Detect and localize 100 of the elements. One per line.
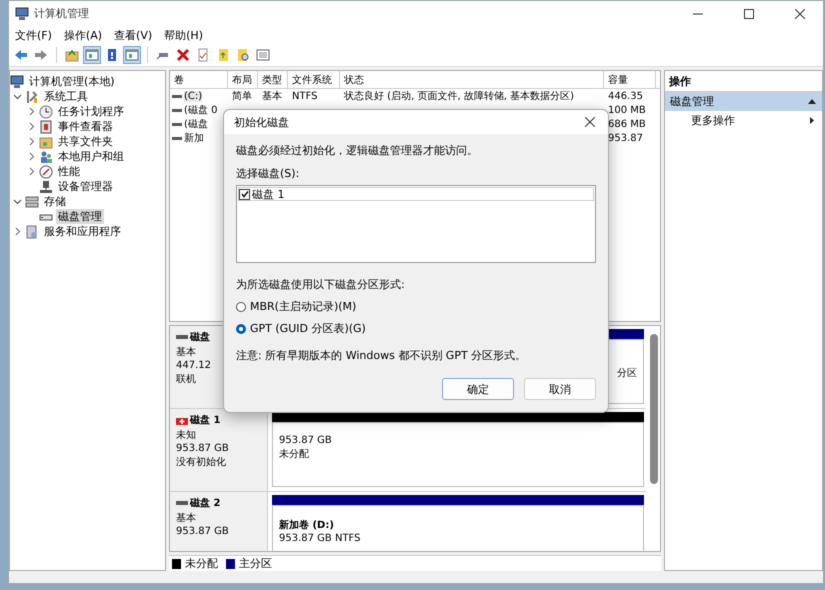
search-icon — [236, 48, 250, 62]
submenu-arrow-icon — [810, 117, 814, 124]
radio-option[interactable]: MBR(主启动记录)(M) — [236, 299, 596, 314]
table-cell: 446.35 — [608, 90, 643, 102]
radio-option[interactable]: GPT (GUID 分区表)(G) — [236, 321, 596, 336]
delete-button[interactable] — [174, 46, 192, 64]
note-text: 注意: 所有早期版本的 Windows 都不识别 GPT 分区形式。 — [236, 348, 528, 363]
chevron-right-icon[interactable] — [27, 137, 36, 146]
disk-detail: 基本 — [176, 346, 196, 359]
action-label: 更多操作 — [691, 113, 735, 128]
tree-item[interactable]: 系统工具 — [42, 89, 90, 104]
pane-toggle-button[interactable] — [123, 46, 141, 64]
radio-button[interactable] — [236, 302, 246, 312]
radio-label: GPT (GUID 分区表)(G) — [250, 321, 366, 336]
action-item[interactable]: 更多操作 — [665, 111, 822, 130]
tree-item[interactable]: 存储 — [42, 194, 68, 209]
disk-error-icon — [176, 416, 188, 424]
tree-item[interactable]: 共享文件夹 — [56, 134, 115, 149]
list-item-label: 磁盘 1 — [252, 186, 284, 202]
disk-name: 磁盘 1 — [190, 414, 220, 427]
chevron-down-icon[interactable] — [13, 197, 22, 206]
legend-label: 主分区 — [239, 556, 272, 571]
menu-item[interactable]: 帮助(H) — [164, 26, 203, 44]
disk-detail: 未知 — [176, 428, 196, 442]
partition-area[interactable]: 953.87 GB 未分配 — [272, 422, 644, 487]
chevron-right-icon[interactable] — [27, 167, 36, 176]
disk-detail: 447.12 — [176, 360, 211, 371]
arrow-left-icon — [14, 48, 28, 62]
tree-item[interactable]: 服务和应用程序 — [42, 224, 123, 239]
drive-icon — [176, 334, 188, 340]
window-icon — [85, 48, 99, 62]
scrollbar[interactable] — [650, 334, 658, 484]
help-icon — [105, 48, 119, 62]
menu-item[interactable]: 查看(V) — [114, 26, 152, 44]
folder-icon — [39, 134, 53, 148]
maximize-icon — [744, 8, 754, 18]
list-icon — [256, 48, 270, 62]
disk-name: 磁盘 — [190, 330, 210, 344]
arrow-right-icon — [34, 48, 48, 62]
table-cell-text: (磁盘 0 — [184, 104, 218, 117]
device-icon — [39, 180, 53, 194]
partition-title: 新加卷 (D:) — [279, 518, 334, 532]
drive-icon — [176, 500, 188, 506]
tools-icon — [25, 90, 39, 104]
menu-item[interactable]: 操作(A) — [64, 26, 102, 44]
list-item[interactable]: 磁盘 1 — [238, 187, 594, 201]
dialog-title: 初始化磁盘 — [234, 114, 289, 130]
partition-detail: 953.87 GB NTFS — [279, 533, 360, 544]
disk-detail: 953.87 GB — [176, 526, 229, 537]
tree-item[interactable]: 任务计划程序 — [56, 104, 126, 119]
radio-label: MBR(主启动记录)(M) — [250, 299, 356, 314]
radio-button[interactable] — [236, 324, 246, 334]
tree-item[interactable]: 磁盘管理 — [56, 209, 104, 224]
table-cell: 100 MB — [608, 104, 646, 116]
users-icon — [39, 150, 53, 164]
chevron-right-icon[interactable] — [27, 107, 36, 116]
partition-area[interactable]: 新加卷 (D:) 953.87 GB NTFS — [272, 505, 644, 551]
disk-detail: 基本 — [176, 512, 196, 525]
table-cell: 简单 — [232, 91, 252, 102]
close-icon — [585, 117, 595, 127]
disk-detail: 没有初始化 — [176, 456, 226, 469]
tree-item[interactable]: 性能 — [56, 164, 82, 179]
chevron-right-icon[interactable] — [27, 122, 36, 131]
table-cell-text: (磁盘 — [184, 118, 208, 131]
table-cell: NTFS — [292, 90, 318, 102]
document-icon — [196, 48, 210, 62]
section-label: 磁盘管理 — [670, 94, 714, 109]
dialog-button[interactable]: 确定 — [442, 378, 514, 400]
window-title: 计算机管理 — [34, 6, 90, 21]
checkbox[interactable] — [239, 188, 250, 200]
table-cell: (C:) — [184, 90, 202, 102]
dialog-message: 磁盘必须经过初始化，逻辑磁盘管理器才能访问。 — [236, 143, 479, 158]
actions-section[interactable]: 磁盘管理 — [665, 92, 822, 111]
disk-detail: 953.87 GB — [176, 443, 229, 454]
menu-item[interactable]: 文件(F) — [15, 26, 52, 44]
computer-icon — [15, 6, 29, 20]
tree-item[interactable]: 本地用户和组 — [56, 149, 126, 164]
dialog-button[interactable]: 取消 — [524, 378, 596, 400]
computer-icon — [10, 74, 24, 88]
services-icon — [25, 224, 39, 238]
log-icon — [39, 120, 53, 134]
list-label: 选择磁盘(S): — [236, 166, 300, 181]
chevron-down-icon[interactable] — [13, 92, 22, 101]
table-cell: 基本 — [262, 91, 282, 102]
folder-icon — [65, 48, 79, 62]
folder-icon — [216, 48, 230, 62]
tree-item[interactable]: 事件查看器 — [56, 119, 115, 134]
tree-item[interactable]: 设备管理器 — [56, 179, 115, 194]
pane-toggle-button[interactable] — [83, 46, 101, 64]
disk-detail: 联机 — [176, 372, 196, 386]
partition-detail: 953.87 GB — [279, 435, 332, 446]
close-icon — [795, 8, 805, 18]
table-cell: 状态良好 (启动, 页面文件, 故障转储, 基本数据分区) — [344, 91, 574, 102]
chevron-right-icon[interactable] — [13, 227, 22, 236]
chevron-right-icon[interactable] — [27, 152, 36, 161]
tree-item[interactable]: 计算机管理(本地) — [27, 74, 117, 89]
table-cell: 953.87 — [608, 132, 643, 144]
delete-icon — [176, 48, 190, 62]
storage-icon — [25, 194, 39, 208]
gauge-icon — [39, 164, 53, 178]
